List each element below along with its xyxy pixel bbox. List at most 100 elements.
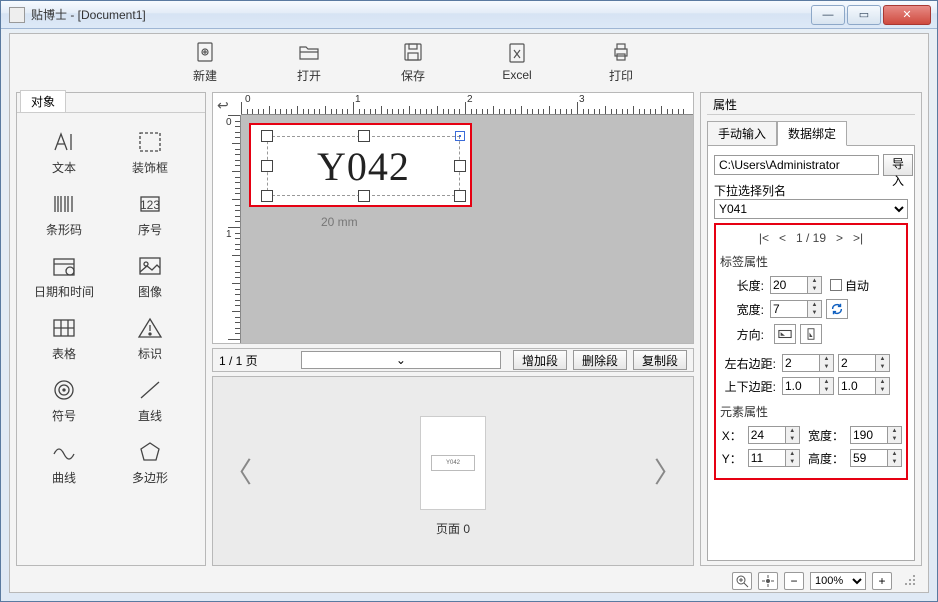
input-mode-tabs: 手动输入 数据绑定 — [707, 121, 915, 146]
file-path-input[interactable] — [714, 155, 879, 175]
top-margin-spinner[interactable]: ▲▼ — [782, 377, 834, 395]
copy-segment-button[interactable]: 复制段 — [633, 350, 687, 370]
text-element[interactable]: Y042 — [267, 136, 460, 196]
orient-portrait[interactable] — [800, 324, 822, 344]
save-icon — [400, 39, 426, 65]
center-panel: ↩ 0 1 2 3 0 1 — [212, 92, 694, 566]
pager-prev[interactable]: < — [779, 231, 786, 245]
zoom-select[interactable]: 100% — [810, 572, 866, 590]
column-select-label: 下拉选择列名 — [714, 182, 908, 199]
preview-next[interactable]: 〉 — [643, 451, 693, 491]
pager-position: 1 / 19 — [796, 231, 826, 245]
page-thumbnail[interactable]: Y042 — [420, 416, 486, 510]
text-content: Y042 — [268, 137, 459, 197]
titlebar: 贴博士 - [Document1] — ▭ ✕ — [1, 1, 937, 29]
label-props-title: 标签属性 — [720, 253, 902, 270]
pager-next[interactable]: > — [836, 231, 843, 245]
minimize-button[interactable]: — — [811, 5, 845, 25]
polygon-icon — [135, 439, 165, 465]
width-spinner[interactable]: ▲▼ — [770, 300, 822, 318]
spiral-icon — [49, 377, 79, 403]
properties-title: 属性 — [707, 95, 743, 114]
object-panel: 对象 文本 装饰框 — [16, 92, 206, 566]
resize-handle-nw[interactable] — [261, 130, 273, 142]
window-controls: — ▭ ✕ — [809, 5, 931, 25]
thumbnail-content: Y042 — [431, 455, 475, 471]
record-pager: |< < 1 / 19 > >| — [720, 231, 902, 245]
resize-handle-n[interactable] — [358, 130, 370, 142]
import-button[interactable]: 导入 — [883, 154, 913, 176]
orient-landscape[interactable] — [774, 324, 796, 344]
object-polygon[interactable]: 多边形 — [107, 431, 193, 493]
object-table[interactable]: 表格 — [21, 307, 107, 369]
bottom-margin-spinner[interactable]: ▲▼ — [838, 377, 890, 395]
properties-body: 导入 下拉选择列名 Y041 |< < 1 / 19 > >| — [707, 145, 915, 561]
object-datetime[interactable]: 日期和时间 — [21, 245, 107, 307]
preview-prev[interactable]: 〈 — [213, 451, 263, 491]
warning-icon — [135, 315, 165, 341]
svg-text:123: 123 — [140, 198, 160, 212]
window-title: 贴博士 - [Document1] — [31, 6, 809, 23]
refresh-button[interactable] — [826, 299, 848, 319]
object-barcode[interactable]: 条形码 — [21, 183, 107, 245]
thumbnail-label: 页面 0 — [436, 520, 470, 537]
add-segment-button[interactable]: 增加段 — [513, 350, 567, 370]
x-spinner[interactable]: ▲▼ — [748, 426, 800, 444]
back-arrow-icon[interactable]: ↩ — [217, 97, 235, 111]
work-area: 对象 文本 装饰框 — [16, 92, 922, 566]
open-folder-icon — [296, 39, 322, 65]
left-margin-spinner[interactable]: ▲▼ — [782, 354, 834, 372]
zoom-fit-icon[interactable] — [732, 572, 752, 590]
object-line[interactable]: 直线 — [107, 369, 193, 431]
zoom-out-button[interactable]: − — [784, 572, 804, 590]
resize-grip[interactable] — [904, 574, 918, 588]
new-button[interactable]: 新建 — [178, 39, 232, 84]
ruler-vertical: 0 1 — [225, 115, 241, 343]
object-frame[interactable]: 装饰框 — [107, 121, 193, 183]
length-spinner[interactable]: ▲▼ — [770, 276, 822, 294]
page-bar: 1 / 1 页 ⌄ 增加段 删除段 复制段 — [212, 348, 694, 372]
preview-strip: 〈 Y042 页面 0 〉 — [212, 376, 694, 566]
barcode-icon — [49, 191, 79, 217]
excel-button[interactable]: Excel — [490, 40, 544, 82]
object-number[interactable]: 123 序号 — [107, 183, 193, 245]
right-margin-spinner[interactable]: ▲▼ — [838, 354, 890, 372]
column-select[interactable]: Y041 — [714, 199, 908, 219]
resize-handle-sw[interactable] — [261, 190, 273, 202]
maximize-button[interactable]: ▭ — [847, 5, 881, 25]
status-bar: − 100% + — [10, 570, 928, 592]
app-frame: 新建 打开 保存 Excel — [9, 33, 929, 593]
object-curve[interactable]: 曲线 — [21, 431, 107, 493]
print-button[interactable]: 打印 — [594, 39, 648, 84]
segment-dropdown[interactable]: ⌄ — [301, 351, 501, 369]
calendar-icon — [49, 253, 79, 279]
new-file-icon — [192, 39, 218, 65]
resize-handle-w[interactable] — [261, 160, 273, 172]
delete-segment-button[interactable]: 删除段 — [573, 350, 627, 370]
object-tab[interactable]: 对象 — [20, 90, 66, 112]
tab-data-binding[interactable]: 数据绑定 — [777, 121, 847, 146]
elem-width-spinner[interactable]: ▲▼ — [850, 426, 902, 444]
auto-checkbox[interactable] — [830, 279, 842, 291]
save-button[interactable]: 保存 — [386, 39, 440, 84]
object-text[interactable]: 文本 — [21, 121, 107, 183]
canvas-area[interactable]: ↩ 0 1 2 3 0 1 — [212, 92, 694, 344]
pager-first[interactable]: |< — [759, 231, 769, 245]
object-symbol-warning[interactable]: 标识 — [107, 307, 193, 369]
number-icon: 123 — [135, 191, 165, 217]
resize-handle-e[interactable] — [454, 160, 466, 172]
pager-last[interactable]: >| — [853, 231, 863, 245]
label-page[interactable]: Y042 — [249, 123, 472, 207]
tab-manual-input[interactable]: 手动输入 — [707, 121, 777, 146]
object-image[interactable]: 图像 — [107, 245, 193, 307]
close-button[interactable]: ✕ — [883, 5, 931, 25]
resize-handle-se[interactable] — [454, 190, 466, 202]
zoom-center-icon[interactable] — [758, 572, 778, 590]
elem-height-spinner[interactable]: ▲▼ — [850, 449, 902, 467]
object-symbol[interactable]: 符号 — [21, 369, 107, 431]
open-button[interactable]: 打开 — [282, 39, 336, 84]
y-spinner[interactable]: ▲▼ — [748, 449, 800, 467]
zoom-in-button[interactable]: + — [872, 572, 892, 590]
rotate-handle[interactable] — [455, 131, 465, 141]
resize-handle-s[interactable] — [358, 190, 370, 202]
